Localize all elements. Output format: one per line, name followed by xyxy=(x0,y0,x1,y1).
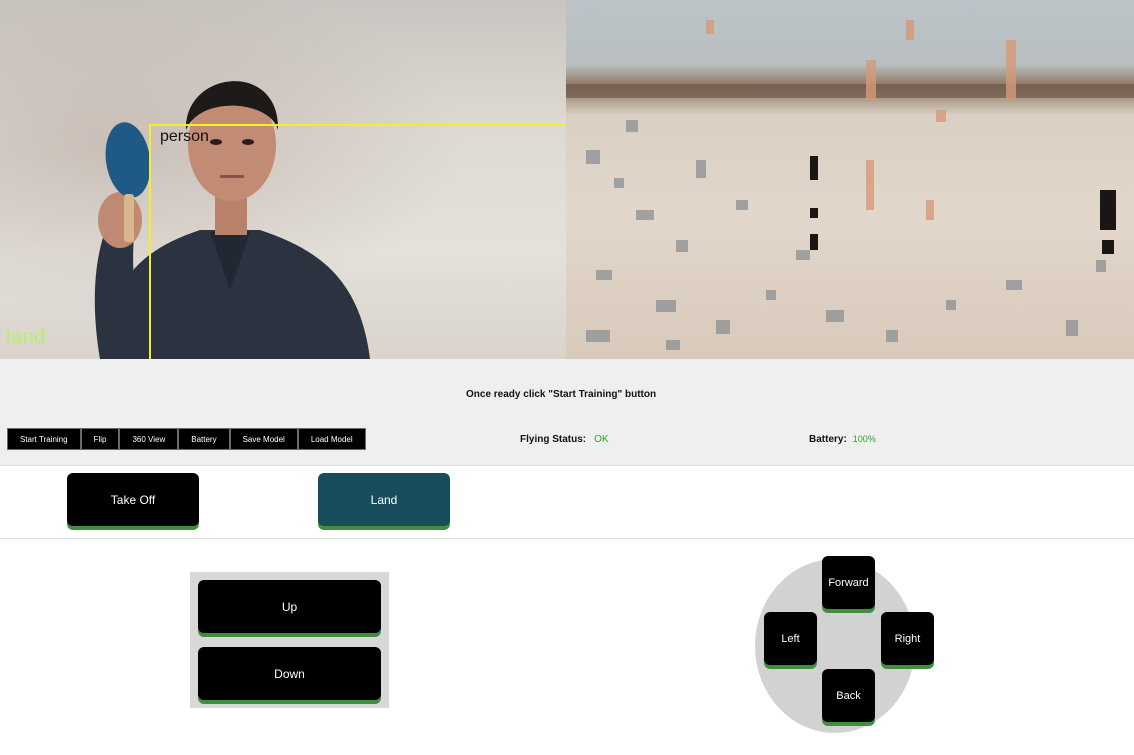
flying-status-label: Flying Status: xyxy=(520,434,587,445)
flying-status: Flying Status: OK xyxy=(520,434,609,445)
take-off-button[interactable]: Take Off xyxy=(67,473,199,526)
action-row: Take Off Land xyxy=(0,466,1134,539)
back-button[interactable]: Back xyxy=(822,669,875,722)
instruction-text: Once ready click "Start Training" button xyxy=(466,389,657,400)
toolbar: Start Training Flip 360 View Battery Sav… xyxy=(7,428,366,450)
battery-status: Battery: 100% xyxy=(809,434,876,445)
gesture-label: land xyxy=(6,326,46,349)
battery-value: 100% xyxy=(852,434,876,444)
status-bar: Once ready click "Start Training" button… xyxy=(0,359,1134,466)
drone-video-artifacts xyxy=(566,8,1134,350)
360-view-button[interactable]: 360 View xyxy=(119,428,179,450)
direction-pad: Forward Left Right Back xyxy=(755,556,934,733)
right-button[interactable]: Right xyxy=(881,612,934,665)
down-button[interactable]: Down xyxy=(198,647,381,700)
detection-label: person xyxy=(160,128,209,145)
altitude-panel: Up Down xyxy=(190,572,389,708)
drone-camera-feed xyxy=(566,0,1134,359)
start-training-button[interactable]: Start Training xyxy=(7,428,81,450)
up-button[interactable]: Up xyxy=(198,580,381,633)
land-button[interactable]: Land xyxy=(318,473,450,526)
left-button[interactable]: Left xyxy=(764,612,817,665)
webcam-feed: person land xyxy=(0,0,566,359)
camera-feeds: person land xyxy=(0,0,1134,359)
battery-button[interactable]: Battery xyxy=(178,428,230,450)
flip-button[interactable]: Flip xyxy=(80,428,120,450)
load-model-button[interactable]: Load Model xyxy=(297,428,366,450)
battery-label: Battery: xyxy=(809,434,847,445)
detection-box xyxy=(149,124,566,359)
save-model-button[interactable]: Save Model xyxy=(229,428,298,450)
flying-status-value: OK xyxy=(594,434,609,445)
forward-button[interactable]: Forward xyxy=(822,556,875,609)
